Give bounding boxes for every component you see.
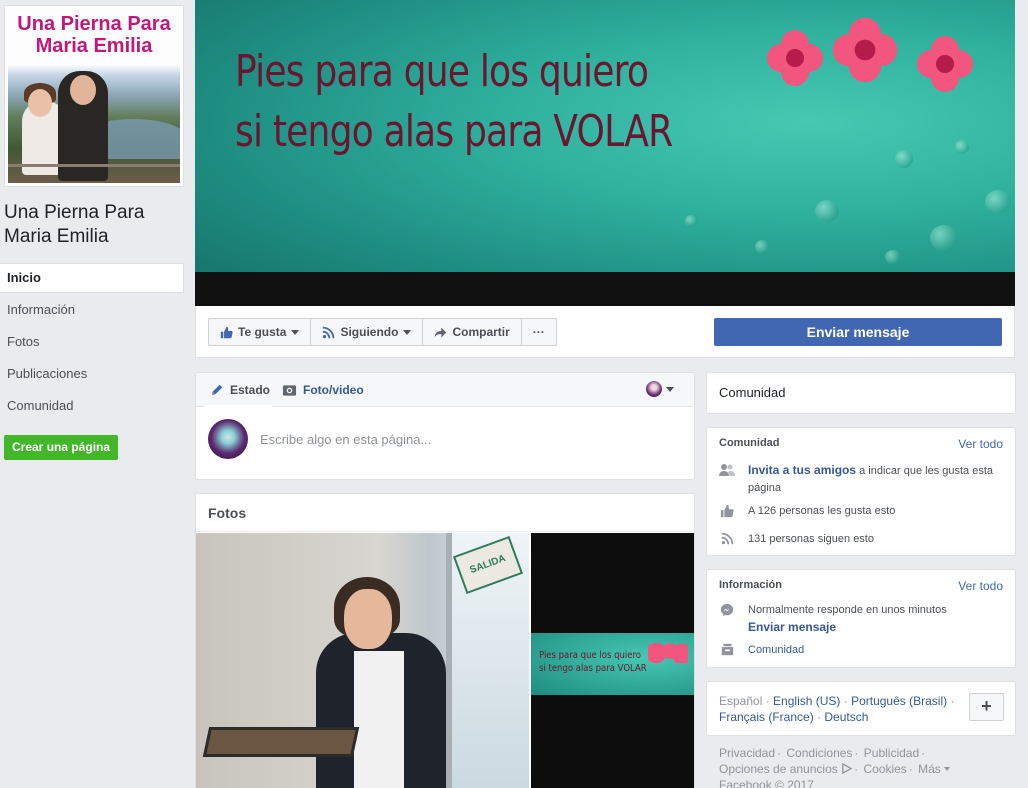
category-row: Comunidad	[719, 642, 1005, 659]
composer-body: Escribe algo en esta página...	[208, 419, 682, 459]
ad-choices-icon	[842, 762, 853, 775]
chevron-down-icon	[291, 329, 300, 335]
likes-row: A 126 personas les gusta esto	[719, 503, 1005, 520]
post-composer: Estado Foto/video Escribe algo en esta p…	[195, 372, 695, 480]
language-option-fr[interactable]: Français (France)	[719, 710, 814, 724]
language-option-de[interactable]: Deutsch	[824, 710, 868, 724]
footer-advertising-link[interactable]: Publicidad	[864, 746, 919, 760]
chevron-down-icon	[403, 329, 412, 335]
share-button-label: Compartir	[452, 325, 510, 339]
tab-photo-video[interactable]: Foto/video	[282, 383, 364, 397]
more-options-button[interactable]: ···	[522, 319, 556, 345]
profile-picture-text: Una Pierna Para Maria Emilia	[17, 13, 171, 57]
cover-quote-line-2: si tengo alas para VOLAR	[235, 106, 673, 157]
profile-picture[interactable]: Una Pierna Para Maria Emilia	[4, 5, 184, 187]
response-time-text: Normalmente responde en unos minutos	[748, 604, 947, 616]
community-header-card[interactable]: Comunidad	[706, 372, 1016, 414]
followers-count-text: 131 personas siguen esto	[748, 533, 874, 545]
page-actions-group: Te gusta Siguiendo Compartir ···	[208, 318, 557, 346]
share-button[interactable]: Compartir	[423, 319, 522, 345]
chevron-down-icon	[944, 767, 951, 771]
flower-decoration	[767, 30, 823, 86]
pencil-icon	[211, 384, 223, 395]
thumbs-up-icon	[720, 504, 734, 518]
photo-thumbnail[interactable]: SALIDA	[196, 533, 529, 788]
flower-decoration	[917, 36, 973, 92]
invite-friends-link[interactable]: Invita a tus amigos	[748, 463, 856, 477]
post-input[interactable]: Escribe algo en esta página...	[260, 432, 431, 447]
like-button[interactable]: Te gusta	[209, 319, 312, 345]
info-see-all-link[interactable]: Ver todo	[958, 579, 1003, 593]
footer-more-link[interactable]: Más	[918, 762, 941, 776]
language-list: Español · English (US) · Português (Bras…	[719, 694, 955, 724]
photo-thumbnail[interactable]: Pies para que los quiero si tengo alas p…	[531, 533, 694, 788]
tab-photo-video-label: Foto/video	[303, 382, 364, 397]
tab-status[interactable]: Estado	[210, 383, 270, 397]
people-icon	[719, 464, 735, 476]
footer-copyright: Facebook © 2017	[719, 778, 814, 788]
sidebar-item-comunidad[interactable]: Comunidad	[0, 391, 184, 423]
language-option-en[interactable]: English (US)	[773, 694, 840, 708]
profile-image: Una Pierna Para Maria Emilia	[8, 9, 180, 183]
rss-icon	[323, 326, 335, 338]
sidebar-item-informacion[interactable]: Información	[0, 295, 184, 327]
photos-title[interactable]: Fotos	[196, 494, 694, 532]
sidebar-nav: Inicio Información Fotos Publicaciones C…	[0, 263, 184, 423]
following-button-label: Siguiendo	[340, 325, 399, 339]
footer: Privacidad · Condiciones · Publicidad · Opc…	[719, 745, 1009, 788]
cover-photo[interactable]: Pies para que los quiero si tengo alas p…	[195, 0, 1015, 306]
mini-quote-line-1: Pies para que los quiero	[539, 650, 641, 661]
footer-cookies-link[interactable]: Cookies	[863, 762, 906, 776]
footer-privacy-link[interactable]: Privacidad	[719, 746, 775, 760]
invite-friends-row: Invita a tus amigos a indicar que les gu…	[719, 462, 1005, 497]
community-title: Comunidad	[719, 437, 780, 449]
share-arrow-icon	[435, 327, 447, 337]
tab-status-label: Estado	[230, 382, 271, 397]
followers-row: 131 personas siguen esto	[719, 531, 1005, 548]
cover-quote-line-1: Pies para que los quiero	[235, 46, 649, 97]
community-see-all-link[interactable]: Ver todo	[958, 437, 1003, 451]
category-link[interactable]: Comunidad	[748, 642, 804, 659]
community-header-title: Comunidad	[719, 385, 786, 400]
sidebar-item-fotos[interactable]: Fotos	[0, 327, 184, 359]
sidebar-item-inicio[interactable]: Inicio	[0, 263, 184, 293]
photos-section: Fotos SALIDA Pies para que los quiero si…	[195, 493, 695, 788]
thumbs-up-icon	[220, 326, 233, 338]
language-selector-card: Español · English (US) · Português (Bras…	[706, 681, 1016, 736]
info-send-message-link[interactable]: Enviar mensaje	[748, 620, 836, 634]
flower-decoration	[832, 17, 898, 83]
like-button-label: Te gusta	[238, 325, 287, 339]
avatar	[208, 419, 248, 459]
info-title: Información	[719, 579, 782, 591]
mini-quote-line-2: si tengo alas para VOLAR	[539, 663, 647, 674]
footer-ad-choices-link[interactable]: Opciones de anuncios	[719, 762, 838, 776]
community-card: Comunidad Ver todo Invita a tus amigos a…	[706, 427, 1016, 556]
page-action-bar: Te gusta Siguiendo Compartir ··· Enviar …	[195, 306, 1015, 358]
more-dots-icon: ···	[532, 325, 545, 339]
sidebar-item-publicaciones[interactable]: Publicaciones	[0, 359, 184, 391]
footer-terms-link[interactable]: Condiciones	[786, 746, 852, 760]
composer-tabs: Estado Foto/video	[196, 373, 694, 407]
chevron-down-icon	[666, 386, 674, 392]
likes-count-text: A 126 personas les gusta esto	[748, 505, 896, 517]
cover-quote: Pies para que los quiero si tengo alas p…	[235, 42, 673, 162]
create-page-button[interactable]: Crear una página	[4, 435, 119, 460]
following-button[interactable]: Siguiendo	[311, 319, 424, 345]
flower-decoration	[648, 643, 688, 663]
camera-icon	[282, 384, 297, 396]
add-language-button[interactable]: +	[969, 693, 1004, 721]
avatar	[646, 381, 662, 397]
category-icon	[721, 643, 733, 656]
response-time-row: Normalmente responde en unos minutos Envi…	[719, 602, 1005, 637]
page-title[interactable]: Una Pierna Para Maria Emilia	[4, 201, 184, 249]
rss-icon	[721, 532, 733, 545]
messenger-icon	[720, 603, 734, 617]
info-card: Información Ver todo Normalmente respond…	[706, 569, 1016, 668]
language-option-pt[interactable]: Português (Brasil)	[851, 694, 947, 708]
language-option-es[interactable]: Español	[719, 694, 762, 708]
send-message-button[interactable]: Enviar mensaje	[714, 318, 1002, 346]
post-as-selector[interactable]	[646, 381, 674, 397]
